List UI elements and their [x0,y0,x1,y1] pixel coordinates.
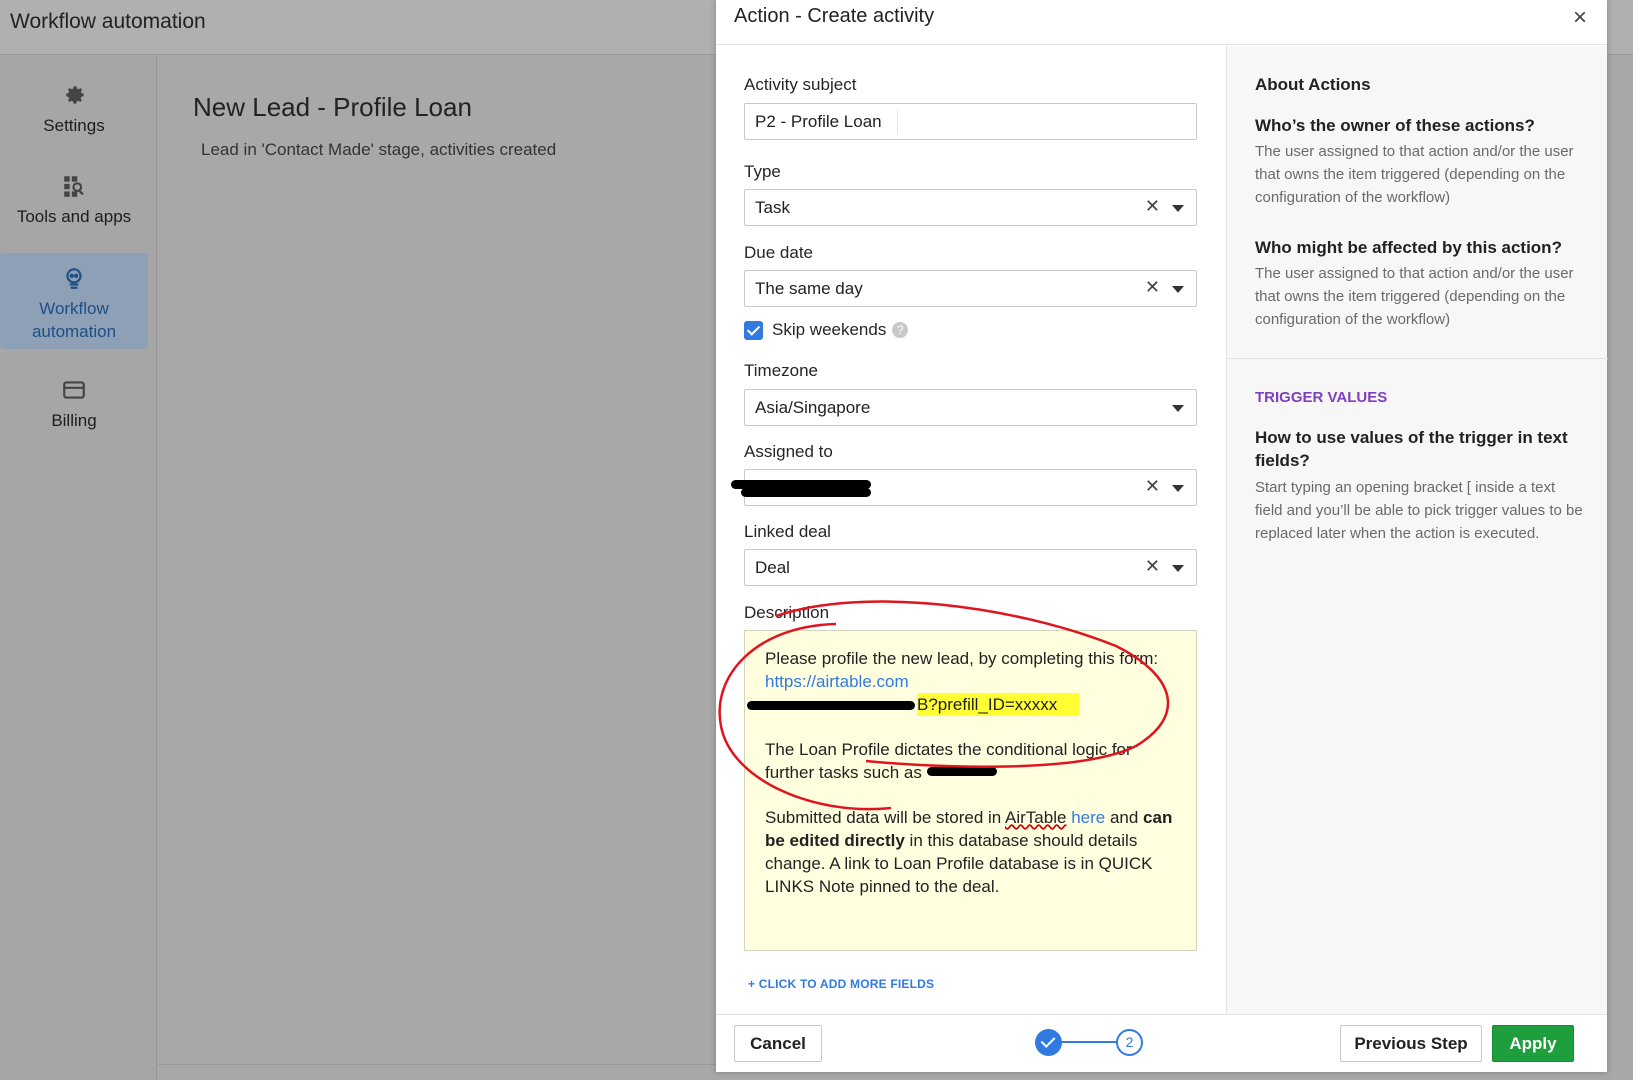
timezone-select[interactable]: Asia/Singapore [744,389,1197,426]
due-date-value: The same day [755,279,863,298]
skip-weekends-label: Skip weekends? [772,320,909,340]
apply-button[interactable]: Apply [1492,1025,1574,1062]
card-icon [63,381,85,399]
add-more-fields-link[interactable]: + CLICK TO ADD MORE FIELDS [748,977,934,991]
step-2: 2 [1116,1029,1143,1056]
about-answer: Start typing an opening bracket [ inside… [1255,479,1583,542]
skip-weekends-text: Skip weekends [772,320,887,339]
subject-input[interactable]: P2 - Profile Loan [744,103,1197,140]
modal-footer: Cancel 2 Previous Step Apply [716,1014,1607,1072]
sidebar-item-workflow-automation[interactable]: Workflow automation [0,253,148,349]
close-icon[interactable]: × [1573,4,1587,32]
type-label: Type [744,162,781,181]
chevron-down-icon[interactable] [1172,485,1184,492]
linked-deal-label: Linked deal [744,522,831,541]
sidebar-item-label: Billing [51,411,97,430]
skip-weekends-checkbox[interactable] [744,321,763,340]
chevron-down-icon[interactable] [1172,286,1184,293]
sidebar: Settings Tools and apps Workflow automat… [0,56,157,1080]
due-date-select[interactable]: The same day ✕ [744,270,1197,307]
timezone-value: Asia/Singapore [755,398,871,417]
gear-icon [66,86,84,104]
sidebar-item-label: Settings [43,116,105,135]
about-question: Who’s the owner of these actions? [1255,116,1535,135]
sidebar-item-billing[interactable]: Billing [0,377,148,432]
workflow-icon [66,268,82,289]
divider [1227,358,1608,359]
divider [158,1064,718,1065]
modal-title: Action - Create activity [734,5,935,27]
clear-icon[interactable]: ✕ [1145,196,1160,217]
about-heading: About Actions [1255,75,1371,94]
step-indicator: 2 [1035,1029,1143,1057]
timezone-label: Timezone [744,361,819,380]
trigger-values-heading: TRIGGER VALUES [1255,389,1388,406]
type-select[interactable]: Task ✕ [744,189,1197,226]
chevron-down-icon[interactable] [1172,205,1184,212]
divider [897,110,898,134]
sidebar-item-tools[interactable]: Tools and apps [0,173,148,228]
create-activity-modal: Action - Create activity × Activity subj… [716,0,1608,1072]
modal-header: Action - Create activity × [716,0,1607,45]
assigned-to-label: Assigned to [744,442,833,461]
sidebar-item-settings[interactable]: Settings [0,82,148,137]
subject-label: Activity subject [744,75,857,94]
tools-icon [64,176,84,197]
page-title: New Lead - Profile Loan [193,92,472,122]
about-answer: The user assigned to that action and/or … [1255,143,1574,206]
sidebar-item-label: Workflow automation [31,299,117,341]
app-title: Workflow automation [10,10,206,33]
step-line [1061,1041,1117,1043]
page-subtitle: Lead in 'Contact Made' stage, activities… [201,140,557,159]
about-answer: The user assigned to that action and/or … [1255,265,1574,328]
step-complete-icon [1035,1029,1062,1056]
red-annotation-circle [718,600,1170,811]
subject-value: P2 - Profile Loan [755,112,882,131]
help-icon[interactable]: ? [892,322,909,338]
about-question: How to use values of the trigger in text… [1255,428,1568,470]
activity-form: Activity subject P2 - Profile Loan Type … [716,46,1226,1014]
previous-step-button[interactable]: Previous Step [1340,1025,1482,1062]
cancel-button[interactable]: Cancel [734,1025,822,1062]
type-value: Task [755,198,790,217]
clear-icon[interactable]: ✕ [1145,476,1160,497]
chevron-down-icon[interactable] [1172,405,1184,412]
clear-icon[interactable]: ✕ [1145,277,1160,298]
due-date-label: Due date [744,243,813,262]
about-panel: About Actions Who’s the owner of these a… [1226,46,1608,1014]
assigned-to-select[interactable]: ✕ [731,469,1197,506]
redacted-scribble [741,488,871,497]
sidebar-item-label: Tools and apps [16,207,132,226]
about-question: Who might be affected by this action? [1255,238,1562,257]
